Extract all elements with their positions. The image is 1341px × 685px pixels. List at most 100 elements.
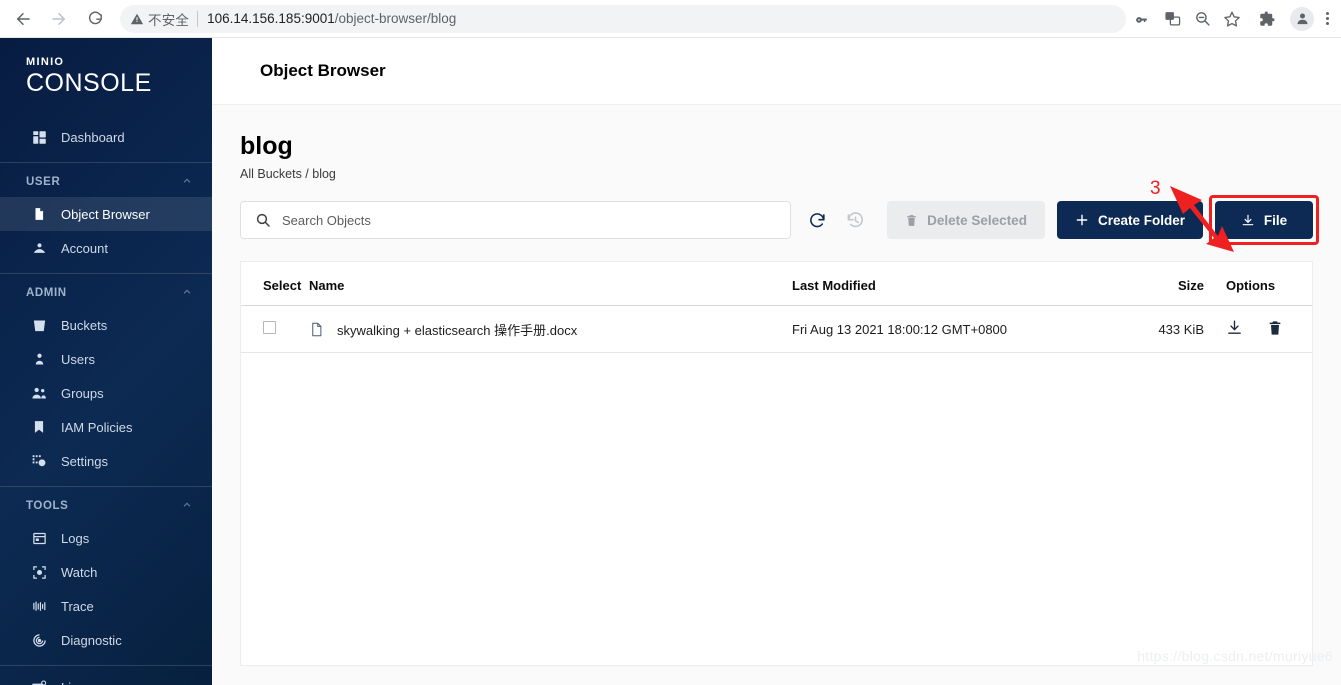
- not-secure-label: 不安全: [148, 12, 190, 28]
- url-host: 106.14.156.185:9001: [207, 11, 335, 26]
- download-icon[interactable]: [1226, 319, 1243, 339]
- delete-row-trash-icon[interactable]: [1267, 320, 1283, 339]
- account-icon: [30, 239, 48, 257]
- sidebar-divider: [0, 162, 212, 163]
- sidebar-item-label: Dashboard: [61, 129, 125, 145]
- delete-selected-label: Delete Selected: [927, 212, 1027, 228]
- row-options-cell: [1204, 305, 1312, 353]
- sidebar-item-trace[interactable]: Trace: [0, 589, 212, 623]
- sidebar-divider: [0, 486, 212, 487]
- sidebar-divider: [0, 273, 212, 274]
- sidebar-item-label: Groups: [61, 385, 104, 401]
- objects-toolbar: Search Objects Delete Selected Create Fo…: [240, 195, 1319, 245]
- logo-console-text: CONSOLE: [26, 69, 152, 97]
- sidebar-item-buckets[interactable]: Buckets: [0, 308, 212, 342]
- sidebar-section-tools[interactable]: TOOLS: [0, 491, 212, 521]
- extensions-puzzle-icon[interactable]: [1252, 4, 1282, 34]
- bucket-name-heading: blog: [240, 132, 293, 160]
- sidebar-item-account[interactable]: Account: [0, 231, 212, 265]
- sidebar-item-label: IAM Policies: [61, 419, 133, 435]
- annotation-arrow-icon: [1170, 186, 1234, 252]
- sidebar-item-users[interactable]: Users: [0, 342, 212, 376]
- refresh-icon[interactable]: [801, 203, 833, 237]
- page-title: Object Browser: [260, 61, 386, 80]
- key-icon[interactable]: [1128, 5, 1156, 33]
- row-last-modified: Fri Aug 13 2021 18:00:12 GMT+0800: [792, 305, 1092, 353]
- watch-target-icon: [30, 563, 48, 581]
- logo-minio-text: MINIO: [26, 56, 65, 68]
- sidebar-section-user[interactable]: USER: [0, 167, 212, 197]
- trace-waves-icon: [30, 597, 48, 615]
- browser-toolbar: 不安全 106.14.156.185:9001/object-browser/b…: [0, 0, 1341, 38]
- sidebar-item-iam-policies[interactable]: IAM Policies: [0, 410, 212, 444]
- sidebar-item-watch[interactable]: Watch: [0, 555, 212, 589]
- main-content: Object Browser blog All Buckets / blog S…: [212, 38, 1341, 685]
- url-path: /object-browser/blog: [334, 11, 457, 26]
- omnibox-divider: [197, 10, 199, 27]
- page-header: Object Browser: [212, 38, 1341, 105]
- sidebar-item-groups[interactable]: Groups: [0, 376, 212, 410]
- sidebar-section-label: ADMIN: [26, 287, 67, 299]
- settings-gear-icon: [30, 452, 48, 470]
- kebab-menu-icon[interactable]: [1320, 8, 1335, 29]
- url-text[interactable]: 106.14.156.185:9001/object-browser/blog: [207, 11, 456, 26]
- bookmark-icon: [30, 418, 48, 436]
- zoom-out-icon[interactable]: [1188, 5, 1216, 33]
- user-icon: [30, 350, 48, 368]
- chevron-up-icon: [182, 500, 192, 513]
- sidebar-item-license[interactable]: License: [0, 670, 212, 685]
- sidebar-item-logs[interactable]: Logs: [0, 521, 212, 555]
- watermark-text: https://blog.csdn.net/muriyue6: [1137, 648, 1333, 664]
- sidebar-item-label: Trace: [61, 598, 94, 614]
- objects-table-card: Select Name Last Modified Size Options s…: [240, 261, 1313, 666]
- not-secure-warning-icon: [130, 12, 144, 26]
- sidebar-item-label: Account: [61, 240, 108, 256]
- sidebar-item-dashboard[interactable]: Dashboard: [0, 120, 212, 154]
- row-select-cell: [241, 305, 309, 353]
- sidebar: MINIO CONSOLE Dashboard USER Object Brow…: [0, 38, 212, 685]
- bookmark-star-icon[interactable]: [1218, 5, 1246, 33]
- profile-avatar-icon[interactable]: [1290, 6, 1314, 31]
- file-name: skywalking + elasticsearch 操作手册.docx: [337, 322, 578, 338]
- rewind-history-icon[interactable]: [839, 203, 871, 237]
- address-bar[interactable]: 不安全 106.14.156.185:9001/object-browser/b…: [120, 4, 1126, 33]
- sidebar-section-label: TOOLS: [26, 500, 69, 512]
- search-icon: [255, 212, 271, 228]
- dashboard-grid-icon: [30, 128, 48, 146]
- table-header-row: Select Name Last Modified Size Options: [241, 262, 1312, 306]
- sidebar-item-label: License: [61, 680, 106, 685]
- chevron-up-icon: [182, 176, 192, 189]
- sidebar-item-object-browser[interactable]: Object Browser: [0, 197, 212, 231]
- screenshot-root: 不安全 106.14.156.185:9001/object-browser/b…: [0, 0, 1341, 685]
- objects-table: Select Name Last Modified Size Options s…: [241, 262, 1312, 353]
- trash-icon: [905, 214, 918, 227]
- row-name-cell: skywalking + elasticsearch 操作手册.docx: [309, 305, 792, 353]
- back-arrow-icon[interactable]: [8, 4, 38, 34]
- chrome-right-actions: [1246, 4, 1341, 34]
- sidebar-item-label: Diagnostic: [61, 632, 122, 648]
- sidebar-item-label: Watch: [61, 564, 98, 580]
- sidebar-item-label: Settings: [61, 453, 108, 469]
- translate-icon[interactable]: [1158, 5, 1186, 33]
- delete-selected-button[interactable]: Delete Selected: [887, 201, 1045, 239]
- sidebar-item-diagnostic[interactable]: Diagnostic: [0, 623, 212, 657]
- minio-console-logo: MINIO CONSOLE: [0, 38, 212, 98]
- sidebar-section-label: USER: [26, 176, 61, 188]
- reload-icon[interactable]: [80, 4, 110, 34]
- file-icon: [309, 322, 324, 337]
- table-row[interactable]: skywalking + elasticsearch 操作手册.docx Fri…: [241, 305, 1312, 353]
- document-icon: [30, 205, 48, 223]
- groups-icon: [30, 384, 48, 402]
- forward-arrow-icon[interactable]: [44, 4, 74, 34]
- sidebar-item-label: Object Browser: [61, 206, 150, 222]
- diagnostic-icon: [30, 631, 48, 649]
- sidebar-item-settings[interactable]: Settings: [0, 444, 212, 478]
- row-checkbox[interactable]: [263, 321, 276, 334]
- row-size: 433 KiB: [1092, 305, 1204, 353]
- sidebar-item-label: Buckets: [61, 317, 108, 333]
- search-objects-field[interactable]: Search Objects: [240, 201, 792, 239]
- chevron-up-icon: [182, 287, 192, 300]
- sidebar-item-label: Logs: [61, 530, 90, 546]
- logs-window-icon: [30, 529, 48, 547]
- sidebar-section-admin[interactable]: ADMIN: [0, 278, 212, 308]
